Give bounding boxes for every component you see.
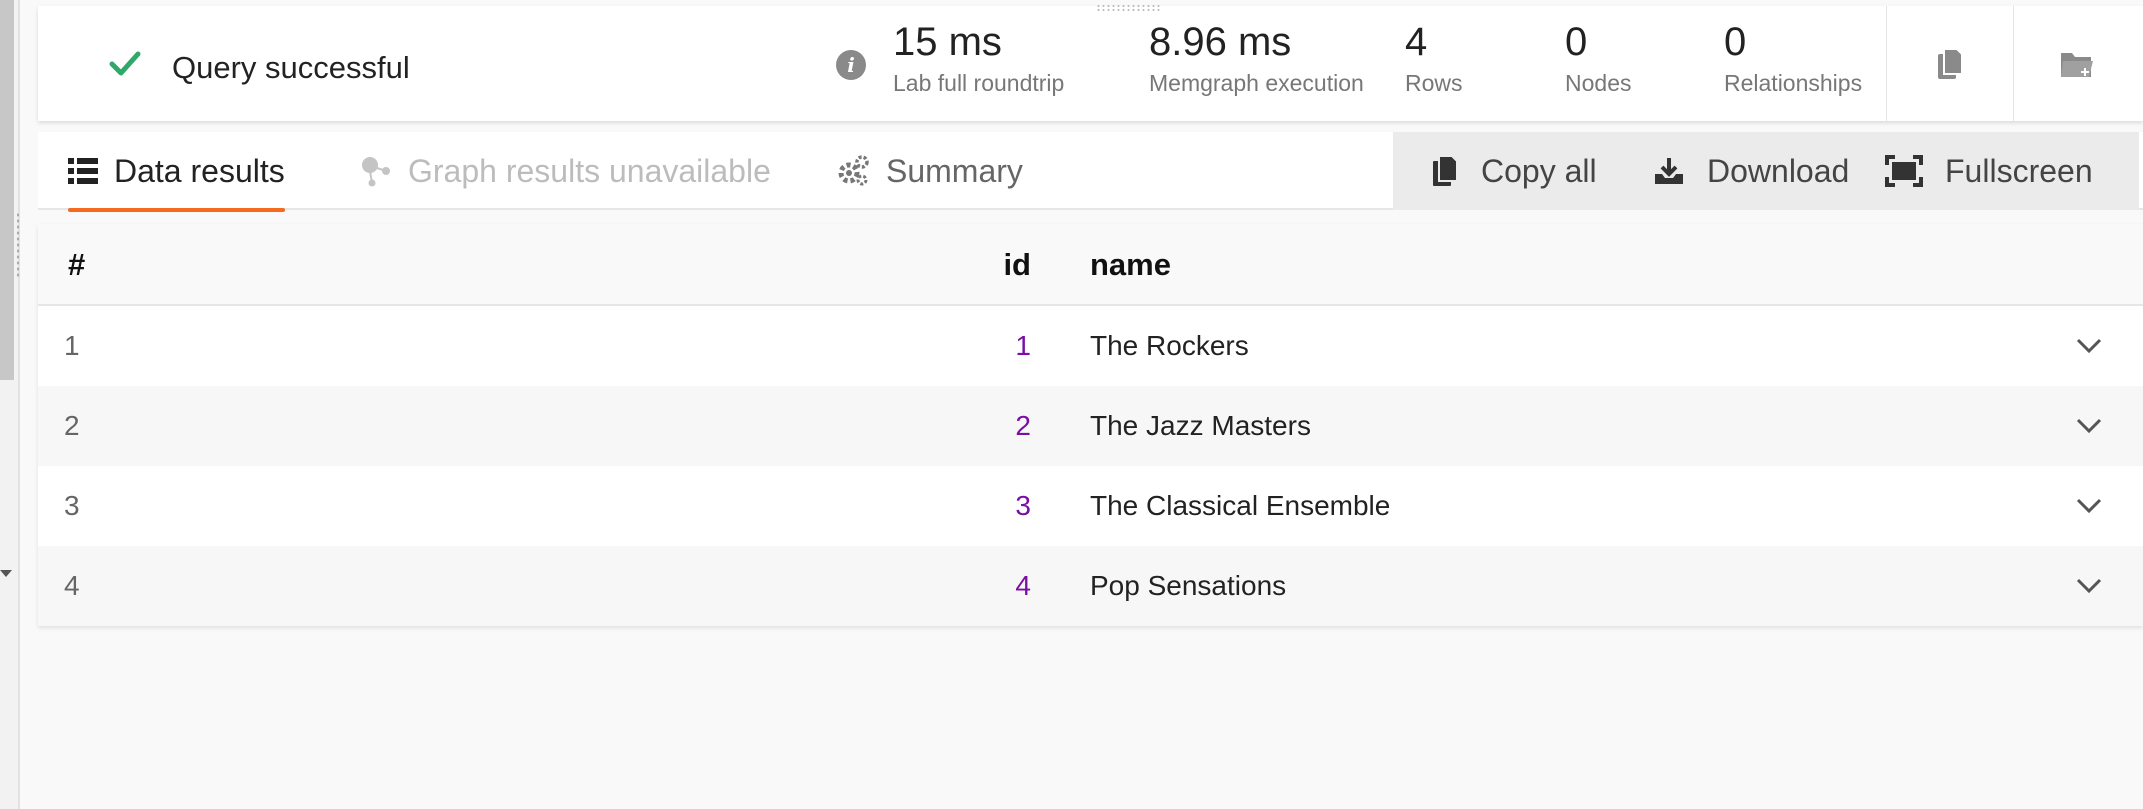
tab-summary[interactable]: Summary [836,132,1023,210]
stat-value: 4 [1405,20,1428,64]
tab-graph-results: Graph results unavailable [360,132,771,210]
resize-handle[interactable] [16,212,20,278]
table-header: # id name [38,224,2143,306]
chevron-down-icon[interactable] [2075,492,2103,520]
left-panel-edge [0,0,20,809]
column-header-name[interactable]: name [1090,224,1171,306]
cell-name: The Classical Ensemble [1090,490,1391,521]
status-text: Query successful [172,50,410,85]
action-label: Download [1707,152,1850,189]
stat-value: 8.96 ms [1149,20,1292,64]
stat-relationships: 0 Relationships [1724,16,1862,98]
table-row[interactable]: 1 1 The Rockers [38,306,2143,386]
row-index: 1 [64,330,80,361]
cell-id: 1 [1015,330,1031,361]
info-icon[interactable]: i [836,50,866,80]
column-header-id[interactable]: id [1003,224,1031,306]
tab-label: Summary [886,152,1023,189]
chevron-down-icon[interactable] [2075,412,2103,440]
table-row[interactable]: 3 3 The Classical Ensemble [38,466,2143,546]
stat-value: 15 ms [893,20,1002,64]
tab-data-results[interactable]: Data results [68,132,285,212]
cell-name: Pop Sensations [1090,570,1287,601]
drag-handle[interactable] [1096,4,1160,12]
stat-label: Lab full roundtrip [893,70,1065,96]
list-icon [68,158,98,184]
graph-icon [360,155,392,187]
left-scrollbar[interactable] [0,0,14,380]
results-table: # id name 1 1 The Rockers 2 2 The Jazz M… [38,224,2143,626]
stat-nodes: 0 Nodes [1565,16,1631,98]
check-icon [109,51,141,76]
cell-id: 4 [1015,570,1031,601]
copy-all-button[interactable]: Copy all [1431,132,1597,210]
copy-icon [1938,47,1963,79]
results-actions: Copy all Download Fullscreen [1393,132,2139,210]
tab-label: Data results [114,152,285,189]
results-tabs-bar: Data results Graph results unavailable S… [38,132,2143,212]
tab-label: Graph results unavailable [408,152,771,189]
query-stats-bar: Query successful i 15 ms Lab full roundt… [38,4,2143,121]
table-row[interactable]: 2 2 The Jazz Masters [38,386,2143,466]
gears-icon [836,154,870,188]
action-label: Copy all [1481,152,1597,189]
fullscreen-icon [1885,155,1923,187]
row-index: 4 [64,570,80,601]
copy-query-button[interactable] [1887,6,2013,121]
stat-value: 0 [1565,20,1588,64]
stat-label: Relationships [1724,70,1863,96]
chevron-down-icon[interactable] [2075,572,2103,600]
column-header-index: # [68,247,86,282]
action-label: Fullscreen [1945,152,2093,189]
stat-value: 0 [1724,20,1747,64]
copy-icon [1431,154,1459,188]
stat-label: Nodes [1565,70,1632,96]
cell-name: The Rockers [1090,330,1249,361]
caret-down-icon[interactable] [0,570,12,577]
stat-label: Memgraph execution [1149,70,1364,96]
fullscreen-button[interactable]: Fullscreen [1885,132,2093,210]
cell-id: 3 [1015,490,1031,521]
cell-id: 2 [1015,410,1031,441]
stat-rows: 4 Rows [1405,16,1463,98]
download-icon [1653,156,1685,186]
table-row[interactable]: 4 4 Pop Sensations [38,546,2143,626]
row-index: 3 [64,490,80,521]
stat-roundtrip: 15 ms Lab full roundtrip [893,16,1064,98]
folder-add-icon [2061,52,2093,77]
row-index: 2 [64,410,80,441]
cell-name: The Jazz Masters [1090,410,1311,441]
chevron-down-icon[interactable] [2075,332,2103,360]
download-button[interactable]: Download [1653,132,1849,210]
stat-label: Rows [1405,70,1463,96]
stat-execution: 8.96 ms Memgraph execution [1149,16,1364,98]
save-query-button[interactable] [2014,6,2140,121]
